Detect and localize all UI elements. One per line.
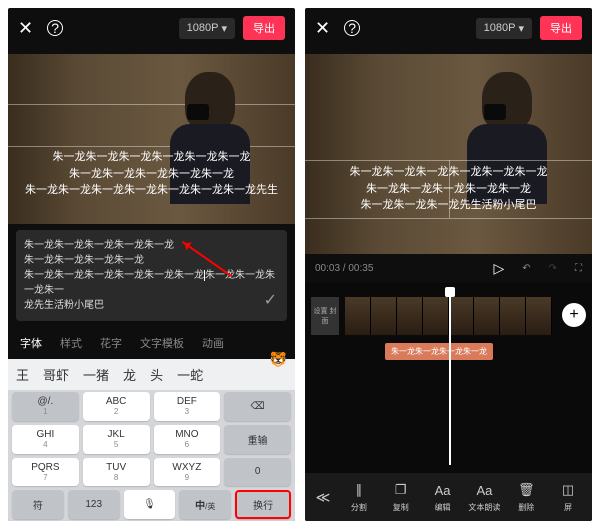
key-wxyz[interactable]: WXYZ9 xyxy=(154,458,221,487)
undo-icon[interactable]: ↶ xyxy=(522,263,530,274)
key-pqrs[interactable]: PQRS7 xyxy=(12,458,79,487)
time-total: 00:35 xyxy=(348,263,373,274)
right-screen: ✕ ? 1080P ▾ 导出 朱一龙朱一龙朱一龙朱一龙朱一龙朱一龙 朱一龙朱一龙… xyxy=(305,8,592,521)
keyboard: 王 哥虾 一猪 龙 头 一蛇 🐯 @/.1 ABC2 DEF3 ⌫ GHI4 J… xyxy=(8,359,295,521)
resolution-button[interactable]: 1080P ▾ xyxy=(179,18,235,39)
key-enter[interactable]: 换行 xyxy=(235,490,291,519)
close-icon[interactable]: ✕ xyxy=(18,18,33,39)
candidate[interactable]: 头 xyxy=(150,365,163,384)
left-screen: ✕ ? 1080P ▾ 导出 朱一龙朱一龙朱一龙朱一龙朱一龙朱一龙 朱一龙朱一龙… xyxy=(8,8,295,521)
candidate[interactable]: 哥虾 xyxy=(43,365,69,384)
export-button[interactable]: 导出 xyxy=(243,16,285,40)
text-tabs: 字体 样式 花字 文字模板 动画 xyxy=(8,327,295,359)
key-mno[interactable]: MNO6 xyxy=(154,425,221,454)
tab-anim[interactable]: 动画 xyxy=(202,335,224,351)
cover-button[interactable]: 设置 封面 xyxy=(311,297,339,335)
tab-template[interactable]: 文字模板 xyxy=(140,335,184,351)
key-def[interactable]: DEF3 xyxy=(154,392,221,421)
chevron-down-icon: ▾ xyxy=(518,22,524,35)
key-symbol[interactable]: 符 xyxy=(12,490,64,519)
bottom-toolbar: ≪ ∥分割 ❐复制 Aa编辑 Aa文本朗读 🗑删除 ◫屏 xyxy=(305,473,592,521)
tab-flower[interactable]: 花字 xyxy=(100,335,122,351)
text-input-box[interactable]: 朱一龙朱一龙朱一龙朱一龙朱一龙 朱一龙朱一龙朱一龙朱一龙 朱一龙朱一龙朱一龙朱一… xyxy=(16,230,287,321)
candidate[interactable]: 一蛇 xyxy=(177,365,203,384)
playback-bar: 00:03 / 00:35 ▷ ↶ ↷ ⛶ xyxy=(305,254,592,283)
tool-split[interactable]: ∥分割 xyxy=(339,481,379,513)
add-clip-button[interactable]: + xyxy=(562,303,586,327)
key-number[interactable]: 123 xyxy=(68,490,120,519)
close-icon[interactable]: ✕ xyxy=(315,18,330,39)
text-track-clip[interactable]: 朱一龙朱一龙朱一龙朱一龙 xyxy=(385,343,493,360)
video-preview: 朱一龙朱一龙朱一龙朱一龙朱一龙朱一龙 朱一龙朱一龙朱一龙朱一龙朱一龙 朱一龙朱一… xyxy=(305,54,592,254)
tool-screen[interactable]: ◫屏 xyxy=(548,481,588,513)
candidate[interactable]: 一猪 xyxy=(83,365,109,384)
key-lang[interactable]: 中/英 xyxy=(179,490,231,519)
confirm-check-icon[interactable]: ✓ xyxy=(264,289,277,313)
subtitle-overlay: 朱一龙朱一龙朱一龙朱一龙朱一龙朱一龙 朱一龙朱一龙朱一龙朱一龙朱一龙 朱一龙朱一… xyxy=(8,149,295,199)
tool-delete[interactable]: 🗑删除 xyxy=(506,481,546,513)
key-at[interactable]: @/.1 xyxy=(12,392,79,421)
fullscreen-icon[interactable]: ⛶ xyxy=(575,263,582,274)
key-jkl[interactable]: JKL5 xyxy=(83,425,150,454)
tool-read[interactable]: Aa文本朗读 xyxy=(464,481,504,513)
play-icon[interactable]: ▷ xyxy=(493,260,504,277)
playhead[interactable] xyxy=(449,291,451,465)
tool-copy[interactable]: ❐复制 xyxy=(381,481,421,513)
candidate[interactable]: 王 xyxy=(16,365,29,384)
help-icon[interactable]: ? xyxy=(47,20,63,36)
topbar: ✕ ? 1080P ▾ 导出 xyxy=(8,8,295,48)
resolution-button[interactable]: 1080P ▾ xyxy=(476,18,532,39)
redo-icon[interactable]: ↷ xyxy=(549,263,557,274)
back-icon[interactable]: ≪ xyxy=(309,481,337,513)
video-preview: 朱一龙朱一龙朱一龙朱一龙朱一龙朱一龙 朱一龙朱一龙朱一龙朱一龙朱一龙 朱一龙朱一… xyxy=(8,54,295,224)
topbar: ✕ ? 1080P ▾ 导出 xyxy=(305,8,592,48)
candidate-bar: 王 哥虾 一猪 龙 头 一蛇 🐯 xyxy=(8,359,295,390)
key-redo[interactable]: 重输 xyxy=(224,425,291,454)
chevron-down-icon: ▾ xyxy=(221,22,227,35)
tab-style[interactable]: 样式 xyxy=(60,335,82,351)
candidate[interactable]: 龙 xyxy=(123,365,136,384)
key-backspace[interactable]: ⌫ xyxy=(224,392,291,421)
emoji-icon[interactable]: 🐯 xyxy=(270,351,287,368)
tab-font[interactable]: 字体 xyxy=(20,335,42,351)
timeline[interactable]: 设置 封面 + 朱一龙朱一龙朱一龙朱一龙 xyxy=(305,283,592,473)
time-current: 00:03 xyxy=(315,263,340,274)
export-button[interactable]: 导出 xyxy=(540,16,582,40)
help-icon[interactable]: ? xyxy=(344,20,360,36)
key-tuv[interactable]: TUV8 xyxy=(83,458,150,487)
key-abc[interactable]: ABC2 xyxy=(83,392,150,421)
tool-edit[interactable]: Aa编辑 xyxy=(423,481,463,513)
key-mic[interactable]: 🎙 xyxy=(124,490,176,519)
key-ghi[interactable]: GHI4 xyxy=(12,425,79,454)
key-zero[interactable]: 0 xyxy=(224,458,291,487)
